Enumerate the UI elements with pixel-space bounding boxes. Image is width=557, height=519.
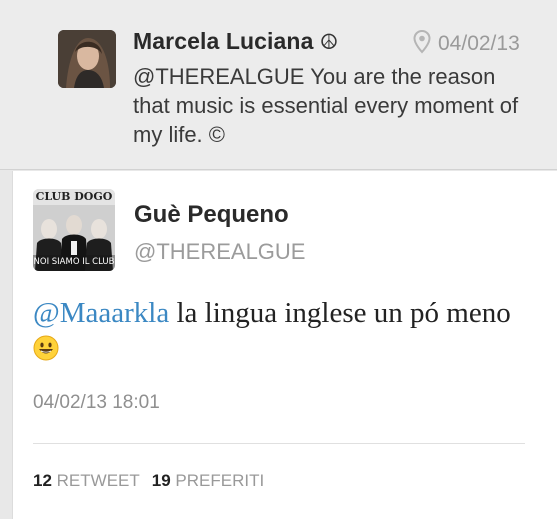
context-tweet-text: @THEREALGUE You are the reason that musi… (133, 64, 519, 147)
main-author-avatar[interactable]: CLUB DOGO NOI SIAMO IL CLUB (33, 189, 115, 271)
context-author-name[interactable]: Marcela Luciana ☮ (133, 28, 338, 55)
album-cover-subtitle: NOI SIAMO IL CLUB (33, 257, 115, 267)
context-tweet[interactable]: Marcela Luciana ☮ 04/02/13 @THEREALGUE Yo… (0, 0, 557, 170)
context-tweet-date: 04/02/13 (438, 32, 520, 55)
retweet-stat[interactable]: 12 RETWEET (33, 471, 140, 490)
retweet-count: 12 (33, 471, 52, 490)
main-tweet-card: CLUB DOGO NOI SIAMO IL CLUB Guè Pequeno … (12, 171, 557, 519)
tweet-body-text: la lingua inglese un pó meno (169, 297, 511, 329)
album-cover-title: CLUB DOGO (35, 190, 113, 203)
retweet-label: RETWEET (56, 471, 140, 490)
divider (33, 443, 525, 444)
favorite-label: PREFERITI (175, 471, 265, 490)
favorite-count: 19 (151, 471, 171, 490)
context-author-avatar[interactable] (58, 30, 116, 88)
context-author-name-text: Marcela Luciana (133, 28, 314, 54)
main-tweet-text: @Maaarkla la lingua inglese un pó meno (33, 295, 533, 367)
main-author-handle[interactable]: @THEREALGUE (134, 239, 305, 265)
tweet-timestamp: 04/02/13 18:01 (33, 392, 160, 413)
location-pin-icon (413, 30, 431, 54)
peace-icon: ☮ (319, 31, 339, 54)
main-author-name[interactable]: Guè Pequeno (134, 201, 289, 229)
mention-link[interactable]: @Maaarkla (33, 297, 169, 329)
tweet-stats: 12 RETWEET 19 PREFERITI (33, 471, 264, 491)
favorite-stat[interactable]: 19 PREFERITI (152, 471, 264, 490)
smiling-face-emoji-icon (33, 335, 59, 361)
avatar-photo (58, 30, 116, 88)
